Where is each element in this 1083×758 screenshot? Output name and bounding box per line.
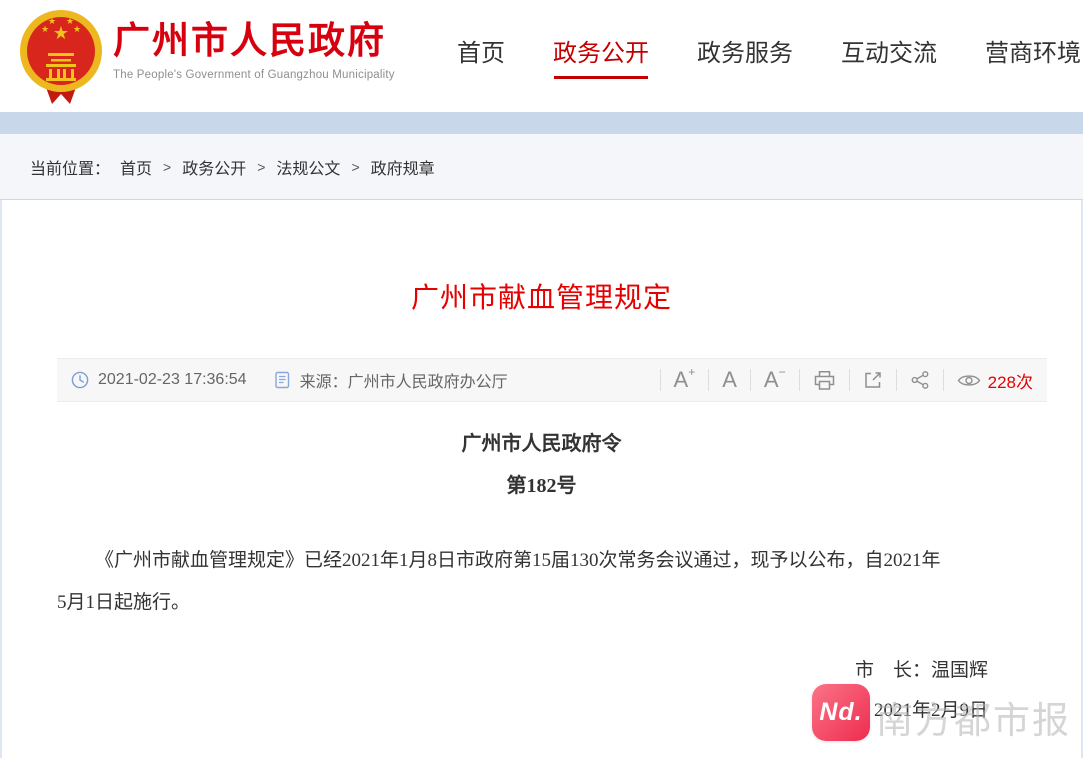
nd-watermark-logo: Nd. — [812, 684, 870, 741]
font-increase-button[interactable]: A+ — [674, 369, 696, 391]
share-icon — [910, 370, 930, 390]
nav-item-home[interactable]: 首页 — [457, 0, 505, 112]
source-label: 来源： — [300, 368, 348, 392]
svg-text:★: ★ — [73, 24, 81, 34]
font-letter: A — [722, 369, 737, 391]
breadcrumb-separator: > — [163, 159, 171, 175]
document-body: 广州市人民政府令 第182号 《广州市献血管理规定》已经2021年1月8日市政府… — [2, 430, 1081, 722]
svg-text:★: ★ — [53, 23, 69, 43]
site-title-block[interactable]: 广州市人民政府 The People's Government of Guang… — [113, 18, 395, 81]
minus-sign: − — [779, 366, 786, 378]
nd-logo-text: Nd. — [819, 698, 862, 727]
breadcrumb-prefix: 当前位置： — [30, 155, 110, 179]
site-name-english: The People's Government of Guangzhou Mun… — [113, 69, 395, 81]
toolbar-divider — [799, 369, 800, 391]
toolbar-divider — [750, 369, 751, 391]
font-letter: A — [764, 369, 779, 391]
nav-item-business-env[interactable]: 营商环境 — [985, 0, 1081, 112]
clock-icon — [71, 371, 89, 389]
breadcrumb-separator: > — [351, 159, 359, 175]
nav-item-label: 政务公开 — [553, 40, 649, 67]
plus-sign: + — [688, 366, 695, 378]
nav-item-interaction[interactable]: 互动交流 — [841, 0, 937, 112]
page: ★ ★ ★ ★ ★ 广州市人民政府 The People's Governmen… — [0, 0, 1083, 758]
publish-time: 2021-02-23 17:36:54 — [98, 371, 247, 389]
divider-band — [0, 112, 1083, 134]
breadcrumb-separator: > — [257, 159, 265, 175]
site-name: 广州市人民政府 — [113, 18, 395, 64]
view-count-group: 228次 — [957, 368, 1033, 393]
national-emblem-icon: ★ ★ ★ ★ ★ — [19, 7, 103, 107]
article-meta-bar: 2021-02-23 17:36:54 来源： 广州市人民政府办公厅 A+ A — [57, 358, 1047, 402]
active-nav-underline — [554, 76, 648, 79]
page-title: 广州市献血管理规定 — [2, 200, 1081, 313]
main-nav: 首页 政务公开 政务服务 互动交流 营商环境 — [457, 0, 1081, 112]
svg-text:★: ★ — [48, 16, 56, 26]
source-value: 广州市人民政府办公厅 — [348, 368, 508, 392]
breadcrumb-item-regulations[interactable]: 法规公文 — [276, 155, 340, 179]
decree-paragraph: 《广州市献血管理规定》已经2021年1月8日市政府第15届130次常务会议通过，… — [57, 540, 942, 624]
toolbar-divider — [943, 369, 944, 391]
export-icon — [863, 370, 883, 390]
breadcrumb-item-gov-rules[interactable]: 政府规章 — [371, 155, 435, 179]
signature-role: 市 长：温国辉 — [2, 660, 988, 682]
nav-item-gov-services[interactable]: 政务服务 — [697, 0, 793, 112]
font-letter: A — [674, 369, 689, 391]
font-default-button[interactable]: A — [722, 369, 737, 391]
national-emblem-logo[interactable]: ★ ★ ★ ★ ★ — [19, 7, 103, 107]
site-header: ★ ★ ★ ★ ★ 广州市人民政府 The People's Governmen… — [0, 0, 1083, 112]
breadcrumb-item-home[interactable]: 首页 — [120, 155, 152, 179]
toolbar-divider — [849, 369, 850, 391]
export-button[interactable] — [863, 370, 883, 390]
print-button[interactable] — [813, 370, 836, 391]
toolbar-divider — [708, 369, 709, 391]
font-decrease-button[interactable]: A− — [764, 369, 786, 391]
toolbar-divider — [660, 369, 661, 391]
view-count: 228次 — [988, 368, 1033, 393]
nav-item-gov-disclosure[interactable]: 政务公开 — [553, 0, 649, 112]
decree-heading: 广州市人民政府令 — [2, 430, 1081, 458]
source-doc-icon — [275, 371, 291, 389]
share-button[interactable] — [910, 370, 930, 390]
breadcrumb-item-gov-disclosure[interactable]: 政务公开 — [182, 155, 246, 179]
breadcrumb: 当前位置： 首页 > 政务公开 > 法规公文 > 政府规章 — [0, 134, 1083, 200]
toolbar-divider — [896, 369, 897, 391]
article-toolbar: A+ A A− — [647, 368, 1033, 393]
printer-icon — [813, 370, 836, 391]
content-panel: 广州市献血管理规定 2021-02-23 17:36:54 来源： 广州市人民政… — [0, 200, 1083, 758]
eye-icon — [957, 373, 981, 388]
decree-number: 第182号 — [2, 472, 1081, 500]
